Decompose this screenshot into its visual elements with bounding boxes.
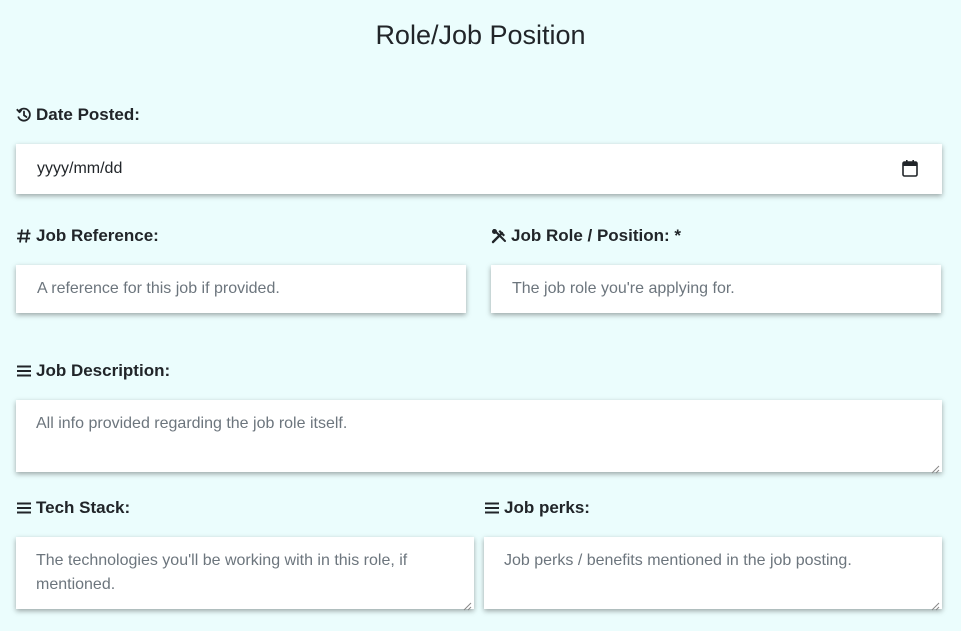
date-posted-input[interactable]: yyyy/mm/dd <box>16 144 942 194</box>
job-description-label-text: Job Description: <box>36 361 171 380</box>
history-icon <box>16 107 32 123</box>
tools-icon <box>491 228 507 244</box>
job-reference-input[interactable] <box>16 265 466 313</box>
job-role-label: Job Role / Position: * <box>491 226 681 246</box>
job-description-label: Job Description: <box>16 361 170 381</box>
job-perks-label-text: Job perks: <box>504 498 590 517</box>
job-role-label-text: Job Role / Position: * <box>511 226 682 245</box>
job-role-input[interactable] <box>491 265 941 313</box>
job-role-field[interactable] <box>491 265 941 313</box>
job-reference-label-text: Job Reference: <box>36 226 159 245</box>
tech-stack-label-text: Tech Stack: <box>36 498 131 517</box>
hash-icon <box>16 228 32 244</box>
resize-handle-icon[interactable] <box>463 598 472 611</box>
date-posted-label-text: Date Posted: <box>36 105 140 124</box>
resize-handle-icon[interactable] <box>931 461 940 474</box>
tech-stack-label: Tech Stack: <box>16 498 130 518</box>
page-title: Role/Job Position <box>375 20 586 50</box>
job-perks-label: Job perks: <box>484 498 590 518</box>
job-reference-field[interactable] <box>16 265 466 313</box>
job-description-field[interactable] <box>16 400 942 474</box>
date-posted-label: Date Posted: <box>16 105 140 125</box>
list-icon <box>484 500 500 516</box>
job-reference-label: Job Reference: <box>16 226 159 246</box>
resize-handle-icon[interactable] <box>931 598 940 611</box>
date-posted-value[interactable]: yyyy/mm/dd <box>37 160 122 178</box>
tech-stack-field[interactable] <box>16 537 474 611</box>
tech-stack-textarea[interactable] <box>16 537 474 609</box>
job-perks-field[interactable] <box>484 537 942 611</box>
list-icon <box>16 500 32 516</box>
job-description-textarea[interactable] <box>16 400 942 472</box>
calendar-icon[interactable] <box>902 160 918 177</box>
list-icon <box>16 363 32 379</box>
job-perks-textarea[interactable] <box>484 537 942 609</box>
